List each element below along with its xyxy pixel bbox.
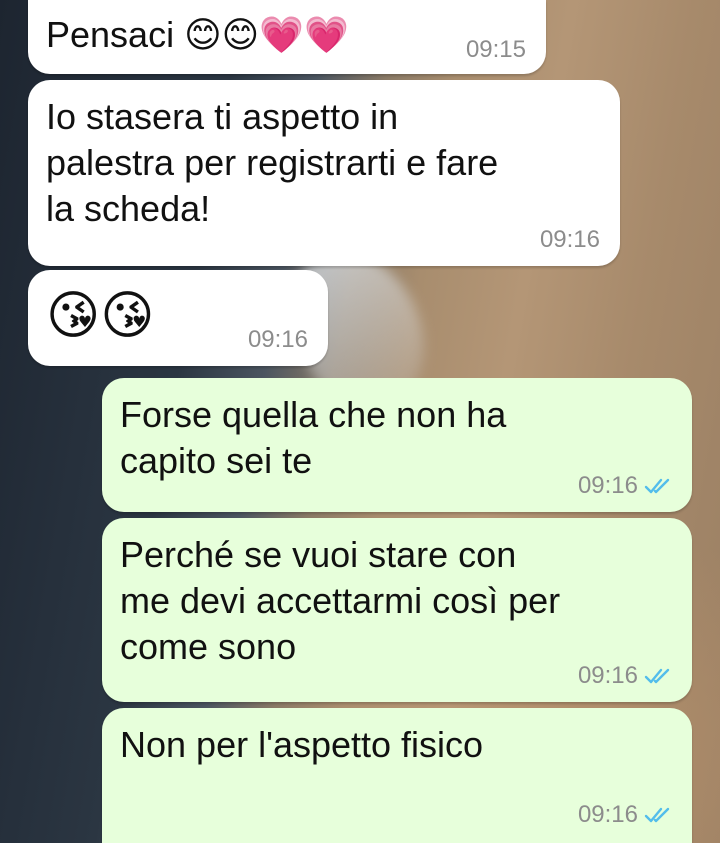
message-text: 😘😘 <box>46 286 155 346</box>
message-time: 09:16 <box>577 472 638 499</box>
message-text: Pensaci 😊😊💗💗 <box>46 14 349 55</box>
message-meta: 09:16 <box>248 326 308 354</box>
outgoing-message[interactable]: Perché se vuoi stare con me devi accetta… <box>102 518 692 702</box>
message-time: 09:16 <box>539 226 600 253</box>
outgoing-message[interactable]: Non per l'aspetto fisico 09:16 <box>102 708 692 843</box>
double-check-icon <box>644 476 674 496</box>
incoming-message[interactable]: Pensaci 😊😊💗💗 09:15 <box>28 0 546 74</box>
message-meta: 09:16 <box>578 472 674 500</box>
message-meta: 09:16 <box>578 662 674 690</box>
message-meta: 09:16 <box>540 226 600 254</box>
message-text: Non per l'aspetto fisico <box>120 724 484 765</box>
double-check-icon <box>644 805 674 825</box>
message-time: 09:16 <box>577 801 638 828</box>
message-text: Io stasera ti aspetto in palestra per re… <box>46 96 499 229</box>
message-time: 09:15 <box>465 36 526 63</box>
message-time: 09:16 <box>247 326 308 353</box>
incoming-message[interactable]: 😘😘 09:16 <box>28 270 328 366</box>
message-time: 09:16 <box>577 662 638 689</box>
message-meta: 09:16 <box>578 801 674 829</box>
message-list[interactable]: Pensaci 😊😊💗💗 09:15 Io stasera ti aspetto… <box>0 0 720 843</box>
incoming-message[interactable]: Io stasera ti aspetto in palestra per re… <box>28 80 620 266</box>
outgoing-message[interactable]: Forse quella che non ha capito sei te 09… <box>102 378 692 512</box>
message-text: Forse quella che non ha capito sei te <box>120 394 507 481</box>
double-check-icon <box>644 666 674 686</box>
message-meta: 09:15 <box>466 36 526 64</box>
message-text: Perché se vuoi stare con me devi accetta… <box>120 534 561 667</box>
